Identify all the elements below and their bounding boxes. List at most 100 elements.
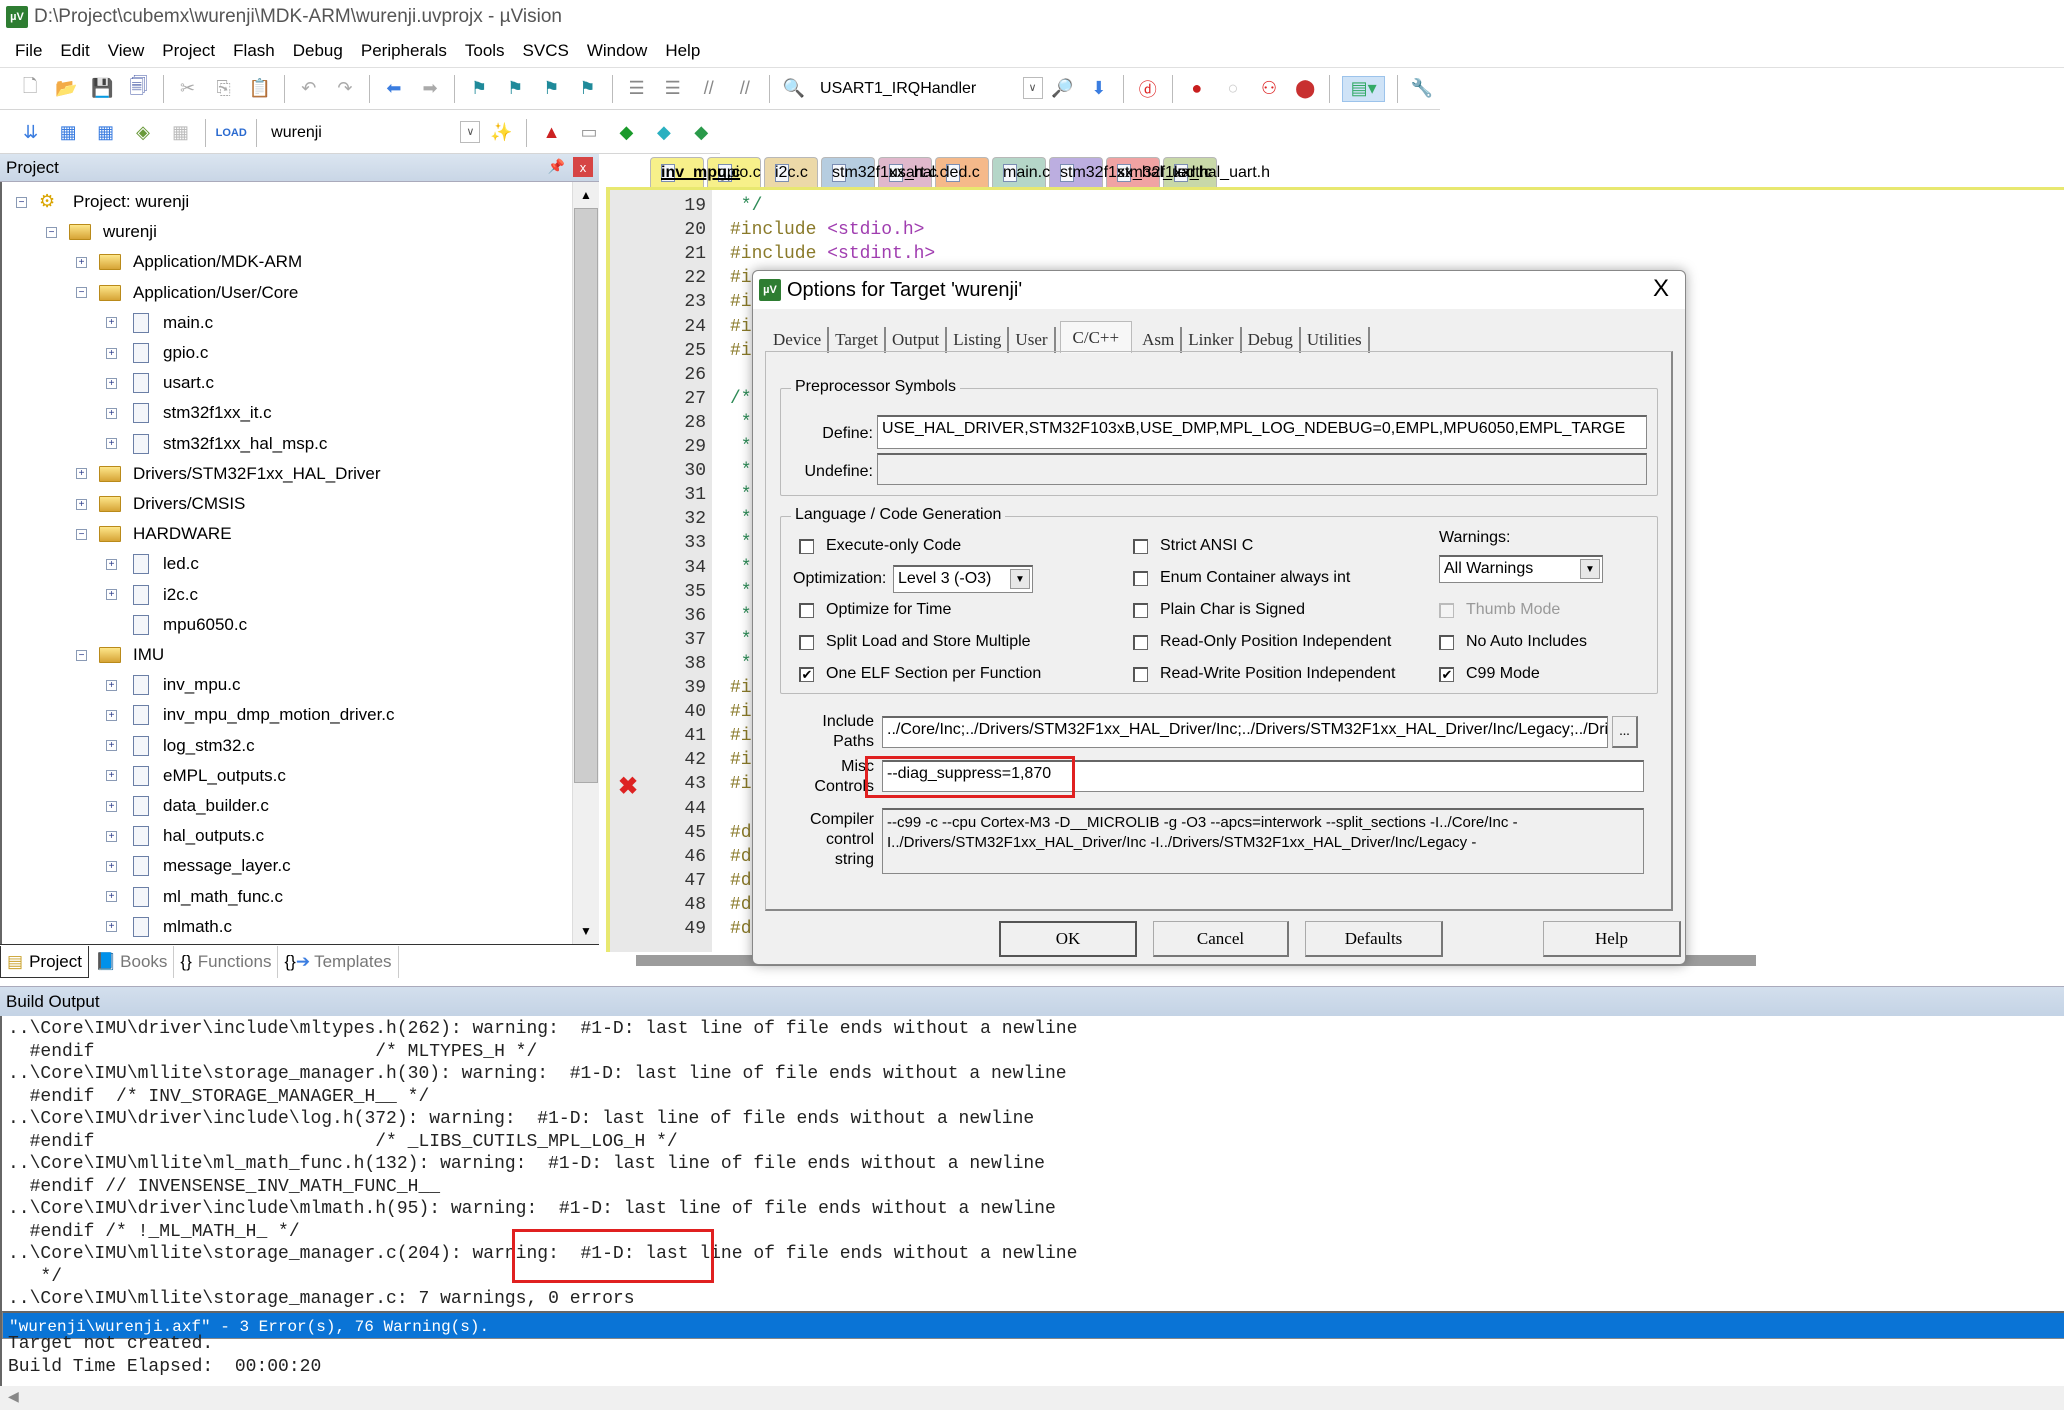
menu-tools[interactable]: Tools — [456, 41, 514, 61]
window-layout-icon[interactable]: ▤▾ — [1342, 75, 1385, 102]
expand-icon[interactable]: + — [76, 468, 87, 480]
checkbox-box[interactable] — [1439, 634, 1454, 650]
tree-item[interactable]: − wurenji — [46, 218, 157, 246]
checkbox-box[interactable] — [799, 634, 814, 650]
checkbox-box[interactable] — [1133, 538, 1148, 554]
tab-project[interactable]: ▤ Project — [0, 946, 89, 978]
tree-item[interactable]: mpu6050.c — [106, 611, 247, 639]
menu-peripherals[interactable]: Peripherals — [352, 41, 456, 61]
tree-item[interactable]: + stm32f1xx_hal_msp.c — [106, 430, 327, 458]
save-all-icon[interactable]: 🗐 — [126, 76, 150, 102]
collapse-icon[interactable]: − — [76, 649, 87, 661]
build-output-line[interactable]: "wurenji\wurenji.axf" - 3 Error(s), 76 W… — [2, 1310, 2064, 1339]
build-output-line[interactable]: #endif /* INV_STORAGE_MANAGER_H__ */ — [8, 1086, 430, 1108]
checkbox-box[interactable]: ✔ — [799, 666, 814, 682]
menu-help[interactable]: Help — [656, 41, 709, 61]
tab-templates[interactable]: {}➔ Templates — [278, 946, 399, 978]
bookmark-next-icon[interactable]: ⚑ — [539, 76, 563, 102]
build-output-line[interactable]: ..\Core\IMU\mllite\ml_math_func.h(132): … — [8, 1153, 1045, 1175]
dialog-tab[interactable]: Utilities — [1301, 327, 1370, 353]
build-output-line[interactable]: Build Time Elapsed: 00:00:20 — [8, 1356, 321, 1378]
collapse-icon[interactable]: − — [76, 528, 87, 540]
menu-debug[interactable]: Debug — [284, 41, 352, 61]
download-icon[interactable]: LOAD — [216, 120, 247, 146]
dialog-tab[interactable]: Asm — [1136, 327, 1183, 353]
build-output-line[interactable]: ..\Core\IMU\driver\include\mlmath.h(95):… — [8, 1198, 1056, 1220]
no-auto-includes-checkbox[interactable]: No Auto Includes — [1439, 633, 1587, 651]
menu-svcs[interactable]: SVCS — [514, 41, 578, 61]
checkbox-box[interactable] — [799, 602, 814, 618]
breakpoint-kill-all-icon[interactable]: ⬤ — [1293, 76, 1317, 102]
translate-icon[interactable]: ⇊ — [18, 120, 43, 146]
tree-item[interactable]: − HARDWARE — [76, 520, 232, 548]
tree-item[interactable]: + Application/MDK-ARM — [76, 248, 302, 276]
incremental-find-icon[interactable]: ⬇ — [1087, 76, 1111, 102]
tree-item[interactable]: + log_stm32.c — [106, 732, 255, 760]
tree-item[interactable]: + Drivers/STM32F1xx_HAL_Driver — [76, 460, 381, 488]
expand-icon[interactable]: + — [106, 830, 117, 842]
build-output-line[interactable]: #endif // INVENSENSE_INV_MATH_FUNC_H__ — [8, 1176, 440, 1198]
undefine-input[interactable] — [877, 453, 1647, 485]
configure-icon[interactable]: 🔧 — [1410, 76, 1434, 102]
expand-icon[interactable]: + — [106, 679, 117, 691]
expand-icon[interactable]: + — [106, 438, 117, 450]
expand-icon[interactable]: + — [76, 256, 87, 268]
scroll-down-icon[interactable]: ▼ — [575, 920, 597, 942]
tree-item[interactable]: + hal_outputs.c — [106, 822, 264, 850]
unindent-icon[interactable]: ☰ — [661, 76, 685, 102]
collapse-icon[interactable]: − — [46, 226, 57, 238]
warnings-select[interactable]: All Warnings ▼ — [1439, 555, 1603, 583]
one-elf-checkbox[interactable]: ✔ One ELF Section per Function — [799, 665, 1041, 683]
include-paths-input[interactable]: ../Core/Inc;../Drivers/STM32F1xx_HAL_Dri… — [882, 716, 1608, 748]
dialog-tab[interactable]: Target — [829, 327, 887, 353]
nav-back-icon[interactable]: ⬅ — [382, 76, 406, 102]
plain-char-checkbox[interactable]: Plain Char is Signed — [1133, 601, 1305, 619]
ropi-checkbox[interactable]: Read-Only Position Independent — [1133, 633, 1391, 651]
pack-installer-icon[interactable]: ◆ — [614, 120, 639, 146]
bookmark-icon[interactable]: ⚑ — [467, 76, 491, 102]
breakpoint-disable-all-icon[interactable]: ⚇ — [1257, 76, 1281, 102]
chevron-down-icon[interactable]: ∨ — [460, 120, 481, 143]
split-ldm-checkbox[interactable]: Split Load and Store Multiple — [799, 633, 1031, 651]
expand-icon[interactable]: + — [106, 891, 117, 903]
build-output-line[interactable]: ..\Core\IMU\driver\include\mltypes.h(262… — [8, 1018, 1077, 1040]
expand-icon[interactable]: + — [106, 589, 117, 601]
checkbox-box[interactable] — [1133, 570, 1148, 586]
expand-icon[interactable]: + — [106, 407, 117, 419]
dialog-tab[interactable]: Output — [886, 327, 948, 353]
undo-icon[interactable]: ↶ — [297, 76, 321, 102]
build-output-scrollbar[interactable]: ◀ — [0, 1386, 2064, 1410]
editor-tab[interactable]: stm32f1xx_hal.c — [821, 157, 948, 187]
chevron-down-icon[interactable]: ▼ — [1010, 569, 1030, 589]
dialog-tab[interactable]: Device — [767, 327, 830, 353]
checkbox-box[interactable] — [1133, 634, 1148, 650]
scrollbar-thumb[interactable] — [574, 208, 598, 783]
include-browse-button[interactable]: ... — [1612, 716, 1638, 748]
breakpoint-insert-icon[interactable]: ● — [1185, 76, 1209, 102]
chevron-down-icon[interactable]: ∨ — [1022, 76, 1043, 99]
find-in-files-icon[interactable]: 🔍 — [782, 76, 806, 102]
build-output-line[interactable]: #endif /* !_ML_MATH_H_ */ — [8, 1221, 300, 1243]
tree-item[interactable]: + inv_mpu.c — [106, 671, 240, 699]
tab-books[interactable]: 📘 Books — [89, 946, 175, 978]
build-output-log[interactable]: ..\Core\IMU\driver\include\mltypes.h(262… — [0, 1016, 2064, 1386]
find-icon[interactable]: 🔎 — [1051, 76, 1075, 102]
comment-icon[interactable]: // — [697, 76, 721, 102]
expand-icon[interactable]: + — [106, 740, 117, 752]
build-output-line[interactable]: ..\Core\IMU\mllite\storage_manager.c: 7 … — [8, 1288, 635, 1310]
redo-icon[interactable]: ↷ — [333, 76, 357, 102]
editor-tab[interactable]: i2c.c — [764, 157, 818, 187]
checkbox-box[interactable] — [799, 538, 814, 554]
expand-icon[interactable]: + — [106, 709, 117, 721]
menu-view[interactable]: View — [99, 41, 154, 61]
collapse-icon[interactable]: − — [16, 196, 27, 208]
menu-file[interactable]: File — [6, 41, 51, 61]
tree-item[interactable]: + data_builder.c — [106, 792, 269, 820]
build-output-line[interactable]: ..\Core\IMU\driver\include\log.h(372): w… — [8, 1108, 1034, 1130]
new-file-icon[interactable]: 🗋 — [18, 76, 42, 102]
collapse-icon[interactable]: − — [76, 287, 87, 299]
execute-only-checkbox[interactable]: Execute-only Code — [799, 537, 961, 555]
tree-item[interactable]: + ml_math_func.c — [106, 883, 283, 911]
editor-tab[interactable]: inv_mpu.c — [650, 157, 740, 187]
expand-icon[interactable]: + — [106, 921, 117, 933]
